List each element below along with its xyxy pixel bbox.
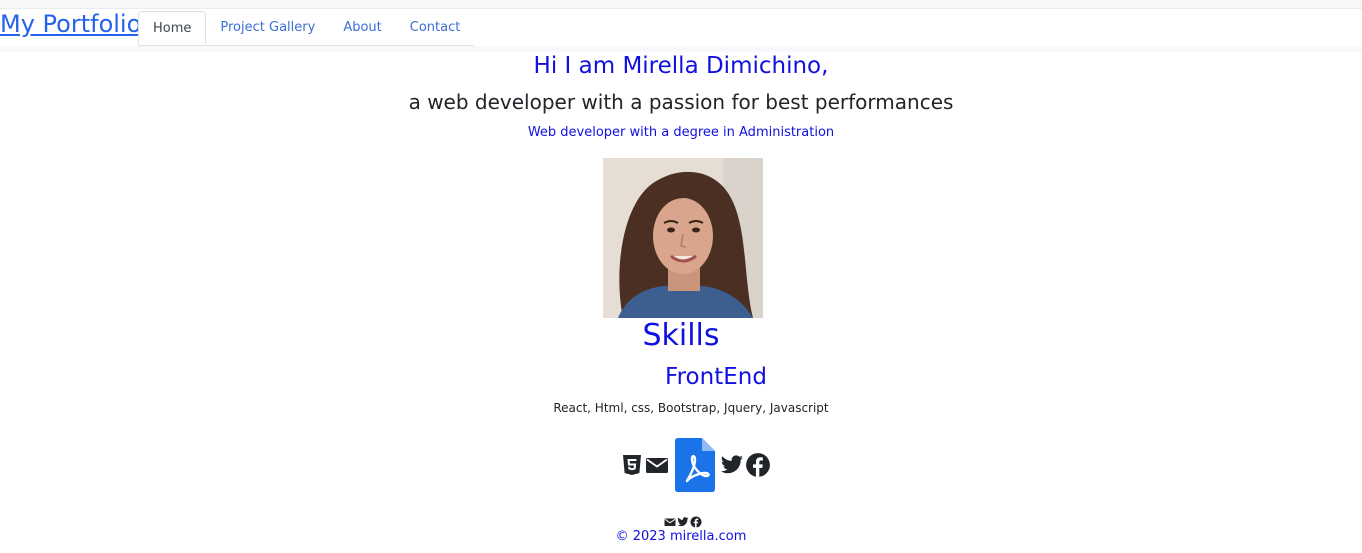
hero-degree: Web developer with a degree in Administr… xyxy=(527,125,835,140)
hero-greeting: Hi I am Mirella Dimichino, xyxy=(533,53,829,79)
social-icons-row xyxy=(620,438,771,492)
facebook-icon[interactable] xyxy=(745,452,771,478)
twitter-icon[interactable] xyxy=(719,453,745,477)
html5-icon[interactable] xyxy=(620,453,644,477)
nav-tabs: Home Project Gallery About Contact xyxy=(138,11,475,46)
tab-home[interactable]: Home xyxy=(138,11,207,45)
tab-project-gallery[interactable]: Project Gallery xyxy=(206,11,329,45)
mail-icon[interactable] xyxy=(645,453,669,477)
pdf-file-icon[interactable] xyxy=(675,438,715,492)
skills-list: React, Html, css, Bootstrap, Jquery, Jav… xyxy=(553,401,829,415)
skills-subtitle: FrontEnd xyxy=(665,364,767,390)
tab-contact[interactable]: Contact xyxy=(396,11,475,45)
tab-about[interactable]: About xyxy=(329,11,395,45)
footer-copyright[interactable]: © 2023 mirella.com xyxy=(0,529,1362,544)
skills-title: Skills xyxy=(642,318,720,353)
navbar: My Portfolio Home Project Gallery About … xyxy=(0,8,1362,52)
profile-photo-illustration xyxy=(603,158,763,318)
brand-link[interactable]: My Portfolio xyxy=(0,10,141,38)
hero-tagline: a web developer with a passion for best … xyxy=(408,90,954,114)
profile-photo xyxy=(603,158,763,318)
